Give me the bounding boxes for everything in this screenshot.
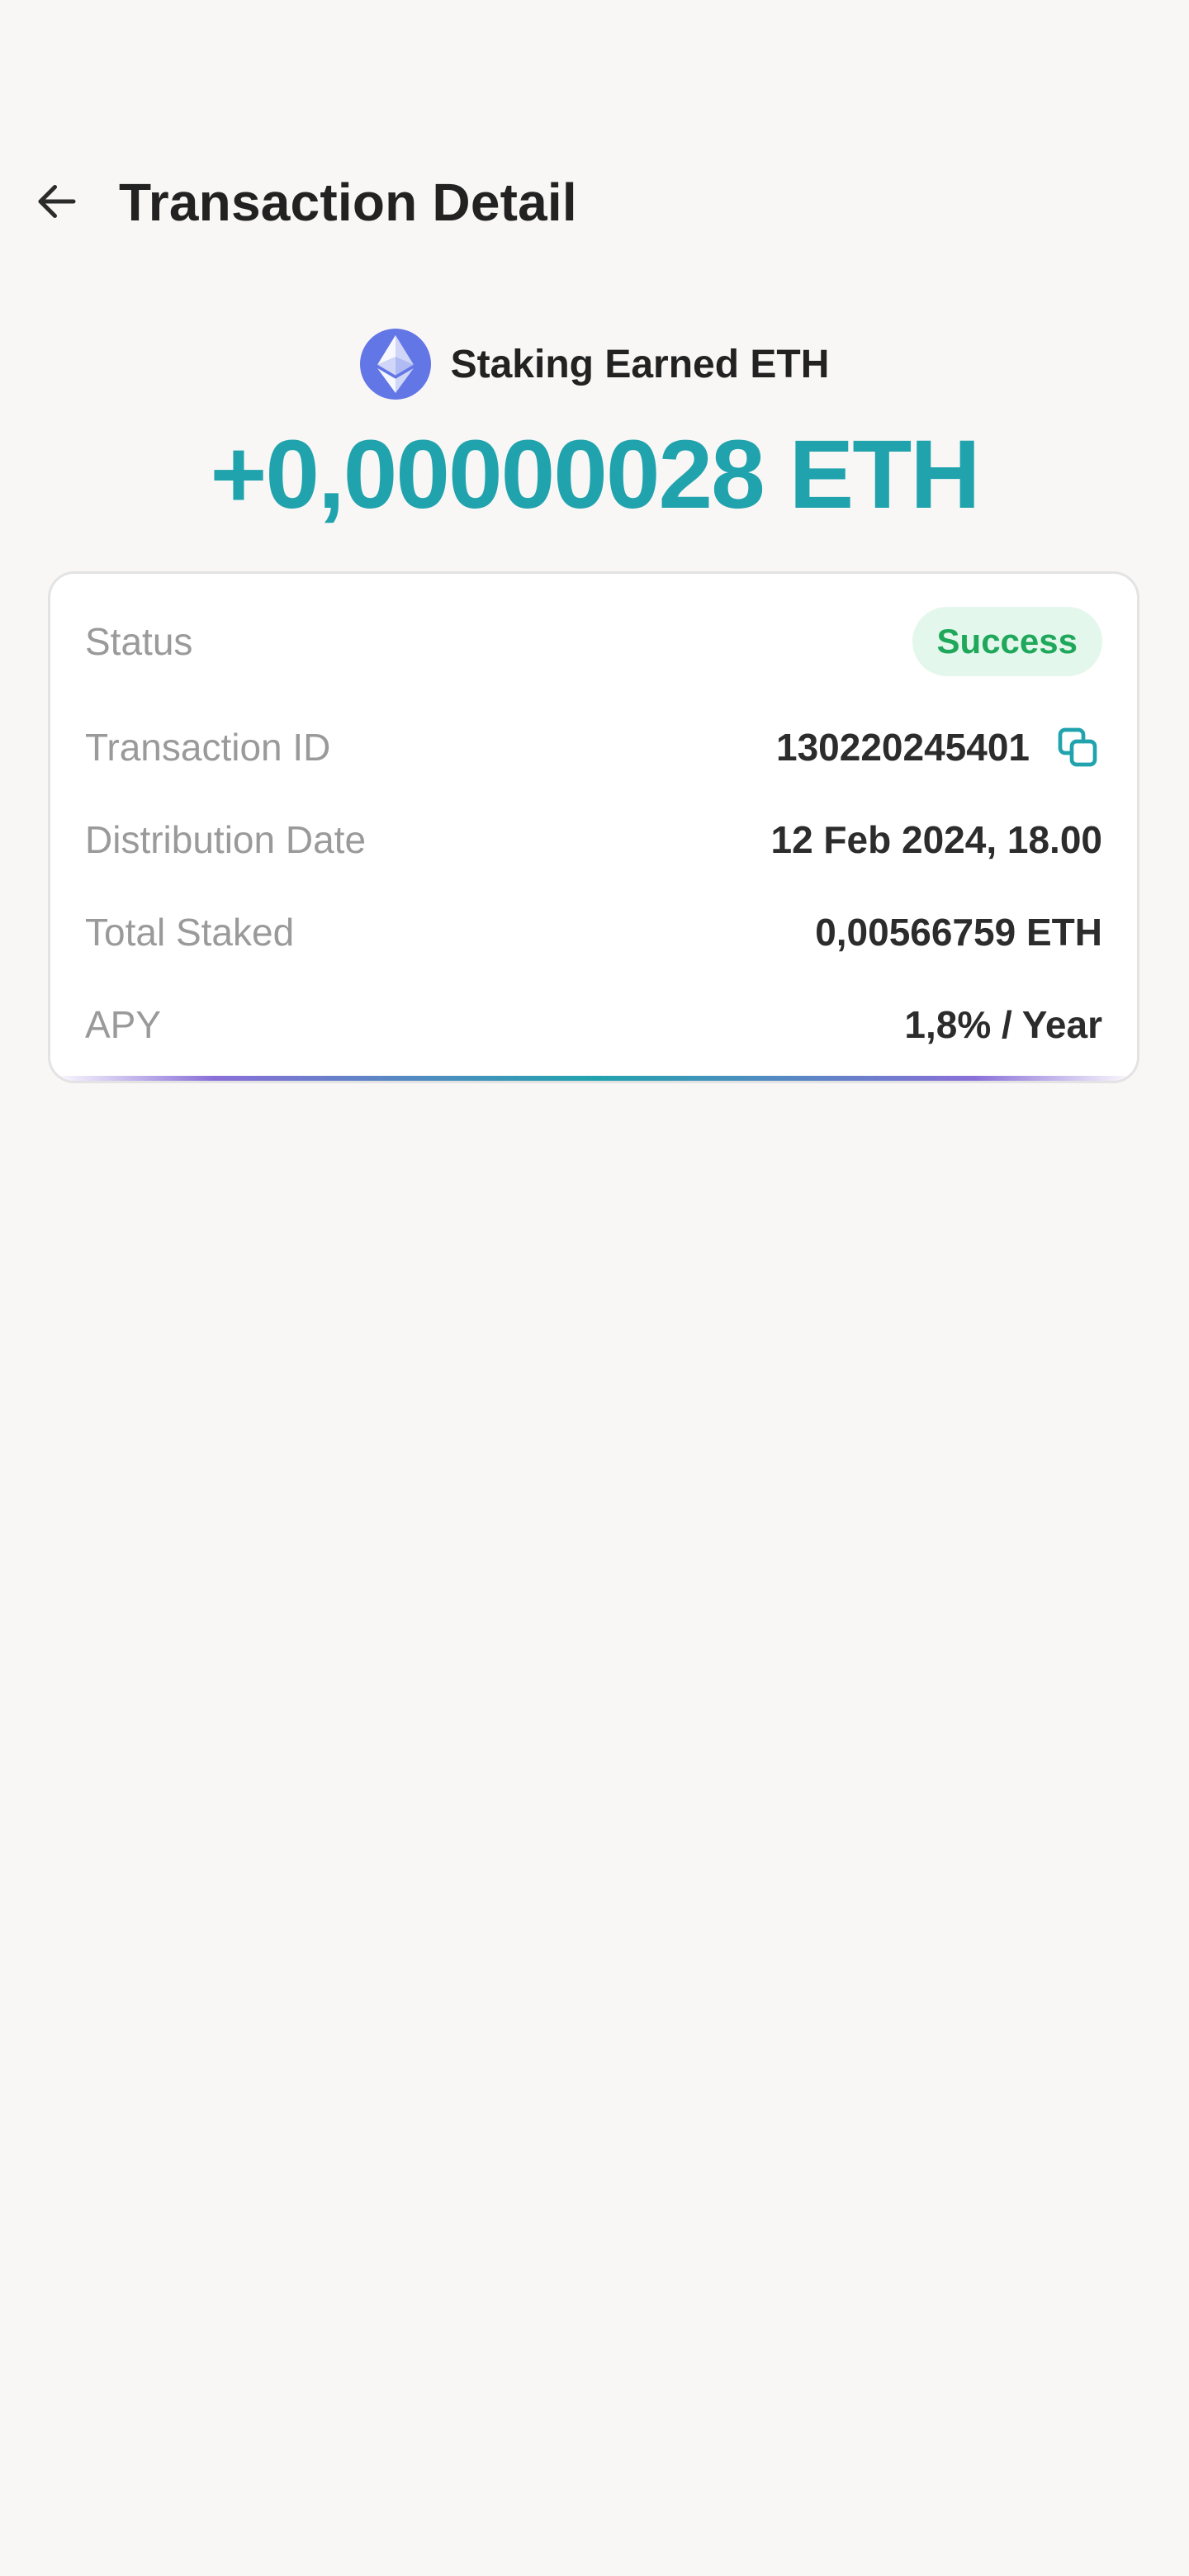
apy-label: APY [85, 1003, 162, 1046]
page-title: Transaction Detail [119, 173, 577, 232]
distribution-date-row: Distribution Date 12 Feb 2024, 18.00 [85, 805, 1102, 874]
asset-header: Staking Earned ETH [0, 327, 1189, 401]
status-badge: Success [912, 607, 1102, 676]
transaction-id-row: Transaction ID 130220245401 [85, 713, 1102, 782]
transaction-id-value-group: 130220245401 [776, 722, 1102, 772]
transaction-amount: +0,00000028 ETH [210, 420, 980, 529]
status-label: Status [85, 620, 193, 663]
apy-value: 1,8% / Year [904, 1003, 1102, 1046]
back-button[interactable] [25, 172, 89, 231]
apy-row: APY 1,8% / Year [85, 990, 1102, 1059]
ethereum-logo-icon [359, 329, 431, 400]
transaction-detail-card: Status Success Transaction ID 1302202454… [48, 571, 1139, 1083]
asset-label: Staking Earned ETH [450, 342, 830, 386]
status-row: Status Success [85, 607, 1102, 676]
copy-icon [1058, 727, 1097, 767]
total-staked-label: Total Staked [85, 911, 295, 954]
copy-button[interactable] [1053, 722, 1102, 772]
total-staked-value: 0,00566759 ETH [815, 911, 1102, 954]
transaction-id-value: 130220245401 [776, 726, 1030, 769]
top-app-bar: Transaction Detail [0, 162, 1189, 241]
arrow-left-icon [38, 185, 76, 218]
distribution-date-label: Distribution Date [85, 818, 367, 861]
card-accent-line [50, 1076, 1137, 1081]
distribution-date-value: 12 Feb 2024, 18.00 [770, 818, 1102, 861]
transaction-id-label: Transaction ID [85, 726, 331, 769]
total-staked-row: Total Staked 0,00566759 ETH [85, 897, 1102, 967]
